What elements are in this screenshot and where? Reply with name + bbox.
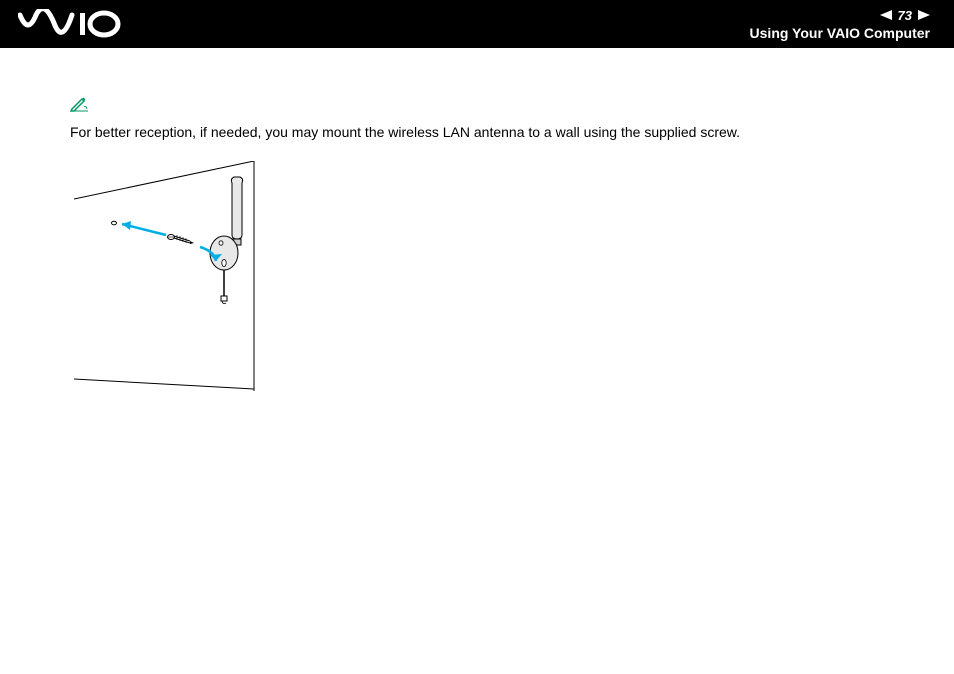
vaio-logo-svg	[18, 9, 128, 39]
page-nav: 73	[750, 8, 930, 23]
mounting-diagram	[74, 161, 884, 406]
content-area: For better reception, if needed, you may…	[0, 48, 954, 406]
prev-page-arrow[interactable]	[880, 10, 892, 20]
vaio-logo	[18, 0, 128, 48]
screw-direction-arrow	[122, 221, 166, 235]
page-number: 73	[898, 8, 912, 23]
antenna-body	[210, 177, 243, 304]
screw	[168, 234, 195, 244]
note-icon	[70, 96, 884, 117]
note-text: For better reception, if needed, you may…	[70, 123, 884, 143]
header-bar: 73 Using Your VAIO Computer	[0, 0, 954, 48]
section-title: Using Your VAIO Computer	[750, 25, 930, 41]
next-page-arrow[interactable]	[918, 10, 930, 20]
header-right: 73 Using Your VAIO Computer	[750, 8, 936, 41]
wall-hole	[112, 221, 117, 225]
